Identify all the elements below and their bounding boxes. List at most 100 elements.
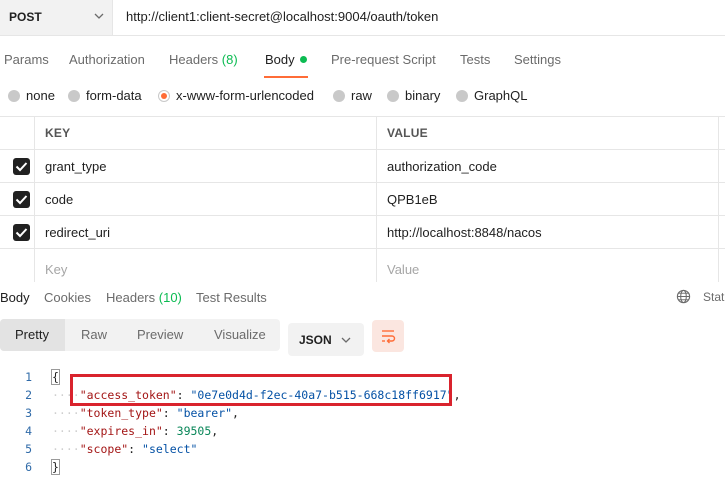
checkmark-icon: [15, 195, 28, 205]
request-tabs: Params Authorization Headers (8) Body Pr…: [0, 36, 725, 80]
radio-label: raw: [351, 88, 372, 103]
line-number: 6: [25, 460, 32, 474]
checkmark-icon: [15, 228, 28, 238]
view-pretty[interactable]: Pretty: [15, 327, 49, 342]
code-line: ····"scope": "select": [52, 442, 198, 456]
row-checkbox[interactable]: [13, 158, 30, 175]
param-value[interactable]: http://localhost:8848/nacos: [387, 225, 542, 240]
line-number: 3: [25, 406, 32, 420]
row-checkbox[interactable]: [13, 224, 30, 241]
wrap-lines-button[interactable]: [372, 320, 404, 352]
radio-binary[interactable]: binary: [387, 88, 440, 103]
radio-circle: [387, 90, 399, 102]
divider: [0, 116, 725, 117]
tab-body-label: Body: [265, 52, 295, 67]
radio-circle: [333, 90, 345, 102]
format-select[interactable]: JSON: [288, 323, 364, 356]
tab-headers[interactable]: Headers (8): [169, 52, 238, 67]
view-visualize[interactable]: Visualize: [214, 327, 266, 342]
radio-label: GraphQL: [474, 88, 528, 103]
param-value[interactable]: authorization_code: [387, 159, 497, 174]
line-number: 1: [25, 370, 32, 384]
tab-settings[interactable]: Settings: [514, 52, 561, 67]
tab-response-headers[interactable]: Headers (10): [106, 290, 182, 305]
tab-headers-label: Headers: [169, 52, 219, 67]
new-value-input[interactable]: Value: [387, 262, 419, 277]
radio-graphql[interactable]: GraphQL: [456, 88, 527, 103]
tab-response-body[interactable]: Body: [0, 290, 30, 305]
response-tabs: Body Cookies Headers (10) Test Results S…: [0, 284, 725, 314]
annotation-highlight-box: [70, 374, 452, 406]
open-brace: {: [51, 369, 60, 385]
column-header-value: VALUE: [387, 126, 428, 140]
response-headers-count: (10): [158, 290, 182, 305]
divider: [0, 248, 725, 249]
code-line: {: [51, 369, 60, 385]
code-line: ····"expires_in": 39505,: [52, 424, 219, 438]
indent-guide: ····: [52, 406, 80, 420]
view-preview[interactable]: Preview: [137, 327, 183, 342]
param-key[interactable]: redirect_uri: [45, 225, 110, 240]
code-line: ····"token_type": "bearer",: [52, 406, 239, 420]
radio-x-www-form-urlencoded[interactable]: x-www-form-urlencoded: [158, 88, 314, 103]
indent-guide: ····: [52, 442, 80, 456]
tab-authorization[interactable]: Authorization: [69, 52, 145, 67]
radio-label: binary: [405, 88, 441, 103]
row-checkbox[interactable]: [13, 191, 30, 208]
tab-tests[interactable]: Tests: [460, 52, 490, 67]
divider: [0, 182, 725, 183]
divider: [0, 149, 725, 150]
radio-label: form-data: [86, 88, 142, 103]
radio-none[interactable]: none: [8, 88, 55, 103]
json-value: "bearer": [176, 406, 233, 420]
radio-circle-selected: [158, 90, 170, 102]
body-indicator-dot: [299, 56, 307, 63]
tab-cookies[interactable]: Cookies: [44, 290, 91, 305]
globe-icon[interactable]: [676, 289, 691, 304]
status-label: Stat: [703, 290, 725, 304]
radio-label: x-www-form-urlencoded: [176, 88, 314, 103]
new-key-input[interactable]: Key: [45, 262, 67, 277]
divider: [376, 116, 377, 282]
param-value[interactable]: QPB1eB: [387, 192, 438, 207]
request-bar: POST http://client1:client-secret@localh…: [0, 0, 725, 36]
chevron-down-icon: [94, 13, 104, 19]
line-number: 2: [25, 388, 32, 402]
divider: [0, 215, 725, 216]
tab-body[interactable]: Body: [265, 52, 307, 67]
format-label: JSON: [299, 333, 332, 347]
param-key[interactable]: code: [45, 192, 73, 207]
radio-circle: [456, 90, 468, 102]
line-number: 4: [25, 424, 32, 438]
method-select[interactable]: POST: [0, 0, 113, 35]
method-label: POST: [9, 10, 42, 24]
tab-pre-request-script[interactable]: Pre-request Script: [331, 52, 436, 67]
param-key[interactable]: grant_type: [45, 159, 106, 174]
json-key: "expires_in": [79, 424, 163, 438]
line-number: 5: [25, 442, 32, 456]
tab-response-headers-label: Headers: [106, 290, 156, 305]
body-type-radios: none form-data x-www-form-urlencoded raw…: [0, 82, 725, 110]
radio-circle: [8, 90, 20, 102]
tab-params[interactable]: Params: [4, 52, 49, 67]
close-brace: }: [51, 459, 60, 475]
json-key: "token_type": [79, 406, 163, 420]
chevron-down-icon: [341, 337, 351, 343]
params-table: KEY VALUE grant_type authorization_code …: [0, 116, 725, 282]
headers-count: (8): [221, 52, 238, 67]
radio-circle: [68, 90, 80, 102]
view-mode-selector: Pretty Raw Preview Visualize: [0, 319, 280, 351]
radio-form-data[interactable]: form-data: [68, 88, 142, 103]
active-tab-underline: [264, 76, 308, 78]
radio-label: none: [26, 88, 55, 103]
divider: [718, 116, 719, 282]
view-raw[interactable]: Raw: [81, 327, 107, 342]
url-input[interactable]: http://client1:client-secret@localhost:9…: [126, 9, 438, 24]
indent-guide: ····: [52, 424, 80, 438]
json-value: "select": [142, 442, 198, 456]
json-key: "scope": [79, 442, 129, 456]
radio-raw[interactable]: raw: [333, 88, 372, 103]
code-line: }: [51, 459, 60, 475]
tab-test-results[interactable]: Test Results: [196, 290, 267, 305]
column-header-key: KEY: [45, 126, 71, 140]
